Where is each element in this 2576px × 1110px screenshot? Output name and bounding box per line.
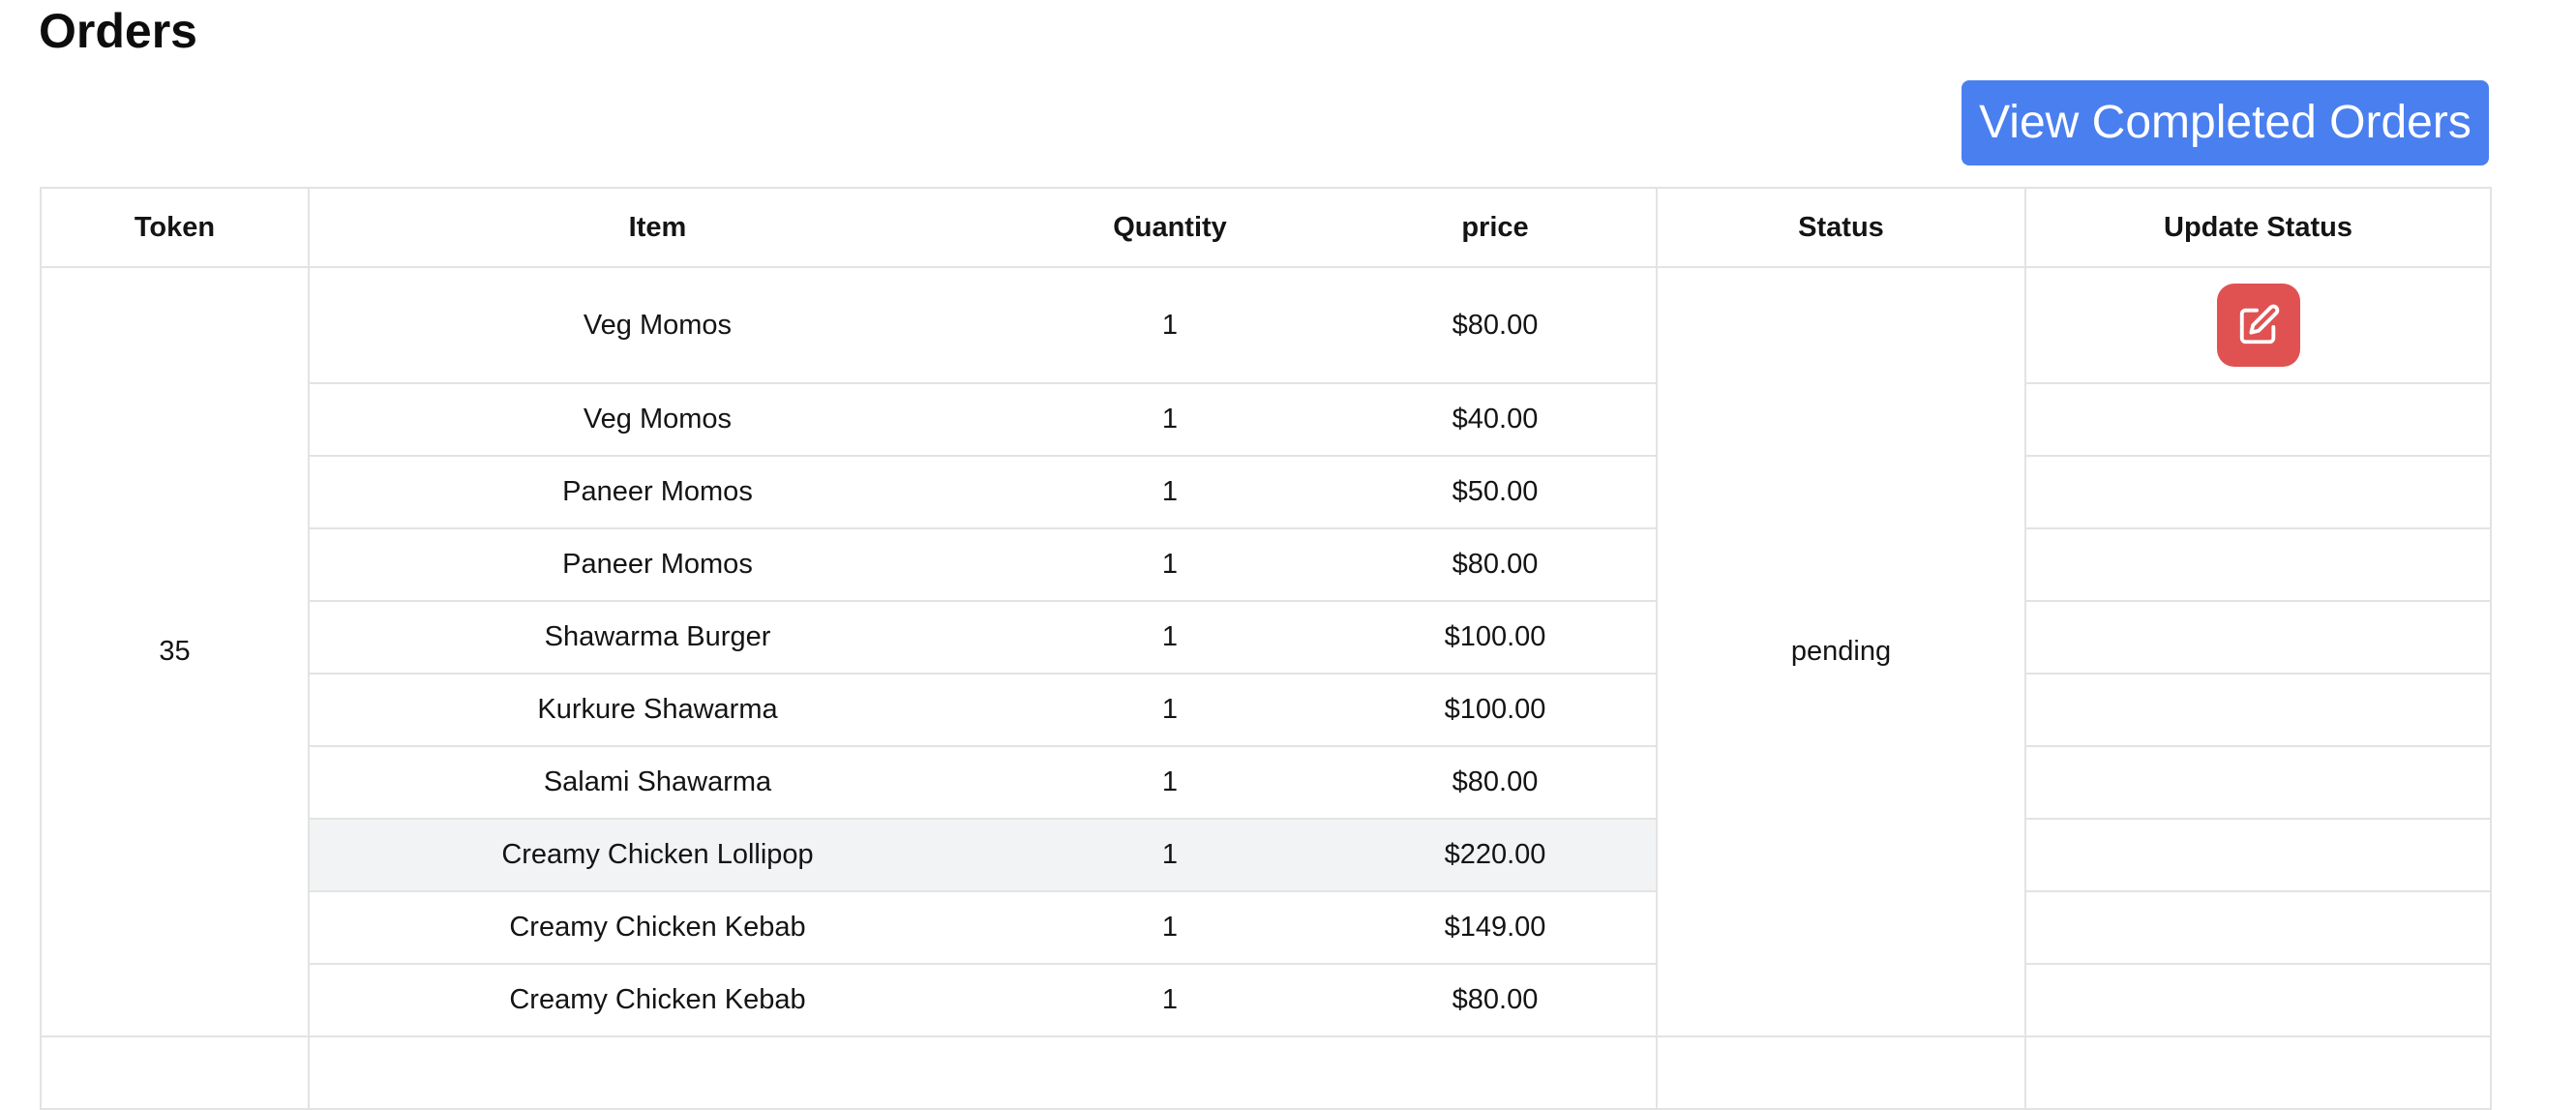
update-status-cell — [2024, 266, 2492, 384]
item-cell: Creamy Chicken Kebab — [308, 890, 1005, 965]
table-row: Shawarma Burger 1 $100.00 — [41, 600, 2492, 675]
quantity-cell: 1 — [1005, 673, 1334, 747]
update-status-cell — [2024, 455, 2492, 529]
table-row: Salami Shawarma 1 $80.00 — [41, 745, 2492, 820]
quantity-cell: 1 — [1005, 600, 1334, 675]
item-cell: Creamy Chicken Lollipop — [308, 818, 1005, 892]
page-title: Orders — [39, 4, 197, 58]
update-status-button[interactable] — [2216, 284, 2300, 367]
update-status-cell — [2024, 818, 2492, 892]
price-cell: $40.00 — [1334, 382, 1658, 457]
update-status-cell — [2024, 673, 2492, 747]
table-header-row: Token Item Quantity price Status Update … — [40, 187, 2492, 268]
item-cell: Shawarma Burger — [308, 600, 1005, 675]
edit-icon — [2239, 304, 2279, 345]
table-row: Veg Momos 1 $40.00 — [41, 382, 2492, 457]
update-status-cell — [2024, 745, 2492, 820]
header-token: Token — [40, 187, 310, 268]
update-status-cell — [2024, 382, 2492, 457]
update-status-cell — [2024, 963, 2492, 1037]
header-update-status: Update Status — [2024, 187, 2492, 268]
order-status-cell: pending — [1656, 266, 2026, 1037]
quantity-cell: 1 — [1005, 890, 1334, 965]
table-row: Creamy Chicken Kebab 1 $80.00 — [41, 963, 2492, 1037]
item-cell: Creamy Chicken Kebab — [308, 963, 1005, 1037]
update-status-cell — [2024, 600, 2492, 675]
quantity-cell: 1 — [1005, 266, 1334, 384]
quantity-cell: 1 — [1005, 455, 1334, 529]
table-row: Paneer Momos 1 $80.00 — [41, 527, 2492, 602]
table-row: Kurkure Shawarma 1 $100.00 — [41, 673, 2492, 747]
price-cell: $149.00 — [1334, 890, 1658, 965]
price-cell: $80.00 — [1334, 963, 1658, 1037]
update-status-cell — [2024, 890, 2492, 965]
price-cell: $80.00 — [1334, 527, 1658, 602]
header-status: Status — [1656, 187, 2026, 268]
item-cell: Veg Momos — [308, 266, 1005, 384]
quantity-cell: 1 — [1005, 818, 1334, 892]
next-update-status-cell — [2024, 1035, 2492, 1110]
quantity-cell: 1 — [1005, 745, 1334, 820]
price-cell: $80.00 — [1334, 745, 1658, 820]
header-item: Item — [308, 187, 1005, 268]
next-quantity-cell — [1005, 1035, 1334, 1110]
price-cell: $220.00 — [1334, 818, 1658, 892]
header-quantity: Quantity — [1005, 187, 1334, 268]
orders-table: Token Item Quantity price Status Update … — [40, 187, 2492, 1110]
item-cell: Salami Shawarma — [308, 745, 1005, 820]
price-cell: $100.00 — [1334, 600, 1658, 675]
item-cell: Veg Momos — [308, 382, 1005, 457]
table-row — [40, 1035, 2492, 1110]
next-order-token-cell — [40, 1035, 310, 1110]
next-item-cell — [308, 1035, 1005, 1110]
table-row: 35 Veg Momos 1 $80.00 pending — [40, 266, 2492, 1037]
view-completed-orders-button[interactable]: View Completed Orders — [1962, 80, 2489, 165]
price-cell: $100.00 — [1334, 673, 1658, 747]
table-row: Creamy Chicken Lollipop 1 $220.00 — [41, 818, 2492, 892]
next-status-cell — [1656, 1035, 2026, 1110]
item-cell: Paneer Momos — [308, 455, 1005, 529]
quantity-cell: 1 — [1005, 382, 1334, 457]
table-row: Paneer Momos 1 $50.00 — [41, 455, 2492, 529]
item-cell: Paneer Momos — [308, 527, 1005, 602]
table-row: Creamy Chicken Kebab 1 $149.00 — [41, 890, 2492, 965]
quantity-cell: 1 — [1005, 963, 1334, 1037]
quantity-cell: 1 — [1005, 527, 1334, 602]
price-cell: $50.00 — [1334, 455, 1658, 529]
header-price: price — [1334, 187, 1658, 268]
item-cell: Kurkure Shawarma — [308, 673, 1005, 747]
price-cell: $80.00 — [1334, 266, 1658, 384]
next-price-cell — [1334, 1035, 1658, 1110]
order-token-cell: 35 — [40, 266, 310, 1037]
update-status-cell — [2024, 527, 2492, 602]
